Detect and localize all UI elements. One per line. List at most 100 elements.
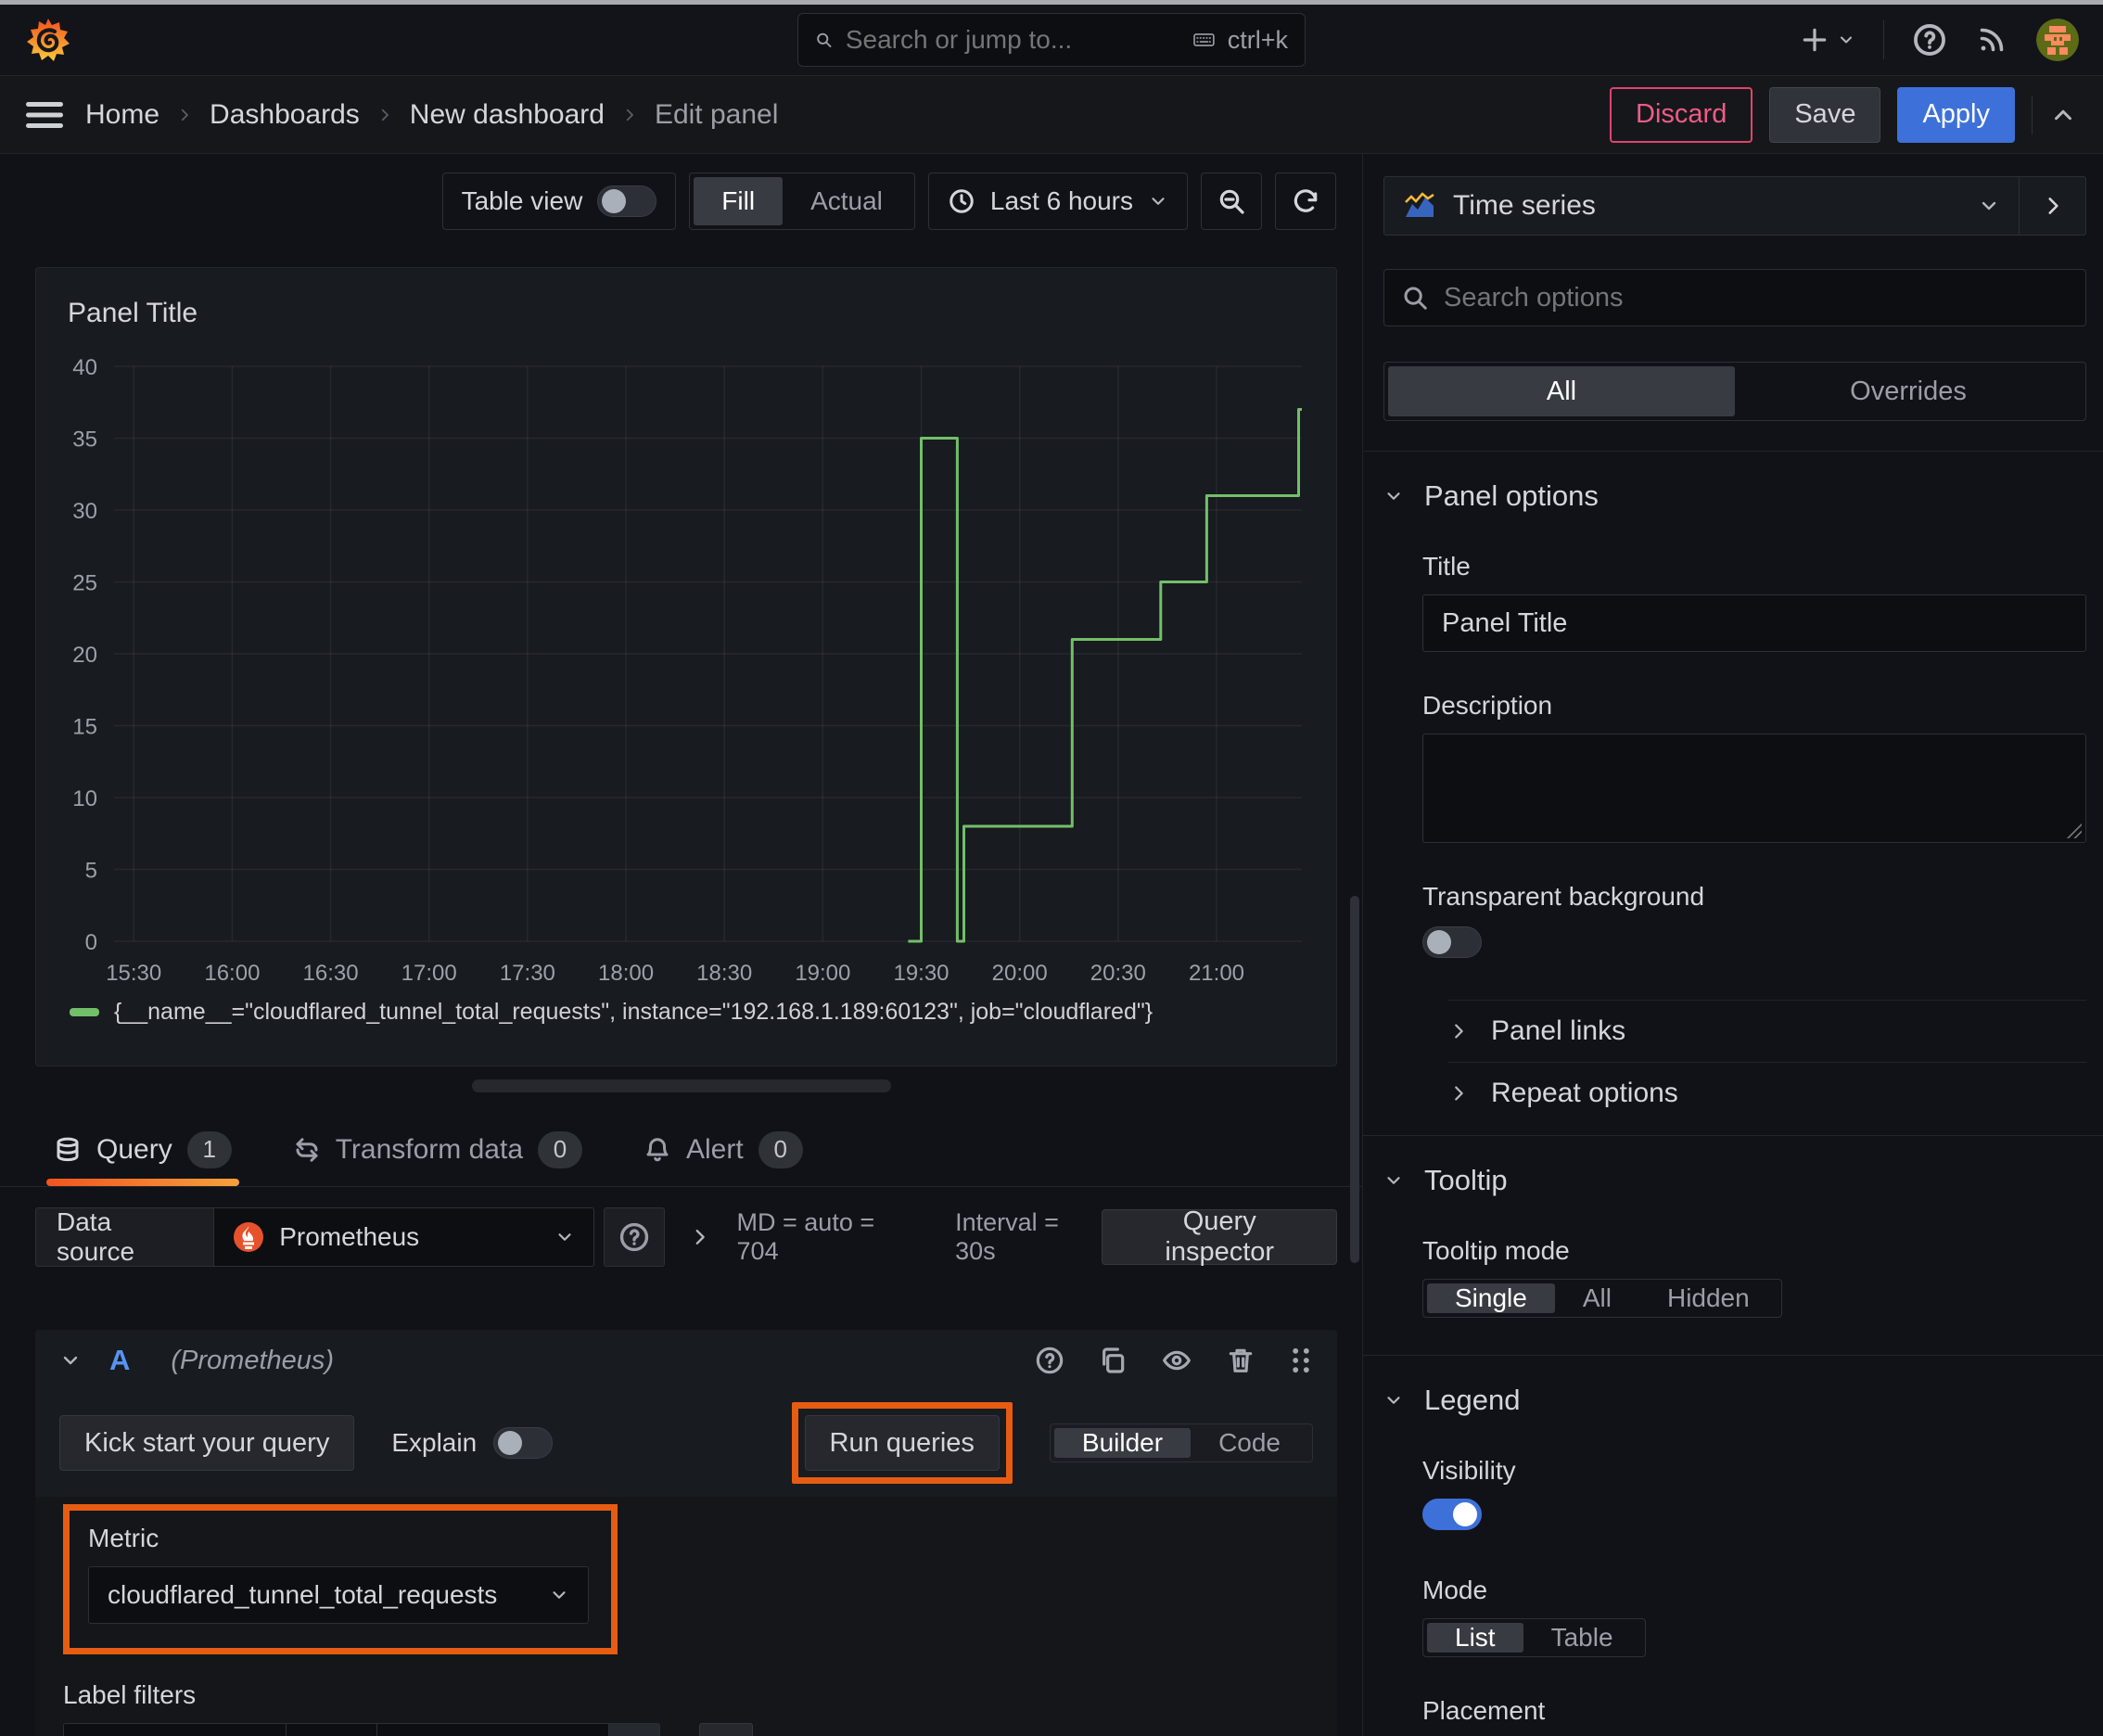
panel-preview: Panel Title 0 5 10 15 20 25 30 35 40 15:30 16:00 16…: [35, 267, 1337, 1066]
news-button[interactable]: [1975, 23, 2008, 57]
legend-mode-label: Mode: [1422, 1576, 1488, 1604]
legend-mode-list[interactable]: List: [1427, 1623, 1523, 1653]
duplicate-icon[interactable]: [1098, 1346, 1128, 1375]
operator-dropdown[interactable]: =: [286, 1723, 376, 1736]
active-tab-underline: [46, 1179, 239, 1186]
panel-title[interactable]: Panel Title: [36, 287, 1336, 340]
svg-text:20:30: 20:30: [1090, 961, 1146, 986]
tab-overrides[interactable]: Overrides: [1735, 366, 2082, 416]
options-search[interactable]: [1383, 269, 2086, 326]
time-series-chart[interactable]: 0 5 10 15 20 25 30 35 40 15:30 16:00 16:30 17:00 17:3…: [36, 340, 1333, 995]
legend-visibility-toggle[interactable]: [1422, 1499, 1482, 1530]
collapse-chevron-icon[interactable]: [59, 1349, 82, 1372]
legend-heading: Legend: [1424, 1384, 1521, 1416]
global-search[interactable]: ctrl+k: [797, 13, 1306, 67]
tooltip-single-option[interactable]: Single: [1427, 1283, 1555, 1313]
datasource-picker[interactable]: Prometheus: [213, 1207, 594, 1267]
apply-button[interactable]: Apply: [1897, 86, 2015, 143]
tab-transform-label: Transform data: [335, 1133, 523, 1165]
query-ref-id[interactable]: A: [109, 1344, 130, 1377]
new-menu-button[interactable]: [1800, 25, 1855, 55]
help-button[interactable]: [1912, 22, 1947, 57]
add-filter-button[interactable]: [699, 1723, 753, 1736]
clock-icon: [950, 189, 974, 213]
breadcrumb-bar: Home Dashboards New dashboard Edit panel…: [0, 76, 2103, 154]
eye-icon[interactable]: [1161, 1346, 1192, 1375]
panel-options-section[interactable]: Panel options: [1383, 479, 2086, 513]
bell-icon: [646, 1137, 669, 1161]
repeat-options-section[interactable]: Repeat options: [1448, 1063, 2086, 1124]
grafana-logo[interactable]: [24, 16, 72, 64]
table-view-toggle[interactable]: [597, 185, 657, 217]
alert-count-badge: 0: [758, 1130, 803, 1168]
tooltip-all-option[interactable]: All: [1555, 1283, 1639, 1313]
code-option[interactable]: Code: [1191, 1428, 1308, 1458]
remove-filter-button[interactable]: [608, 1723, 660, 1736]
panel-links-section[interactable]: Panel links: [1448, 1001, 2086, 1062]
fill-option[interactable]: Fill: [694, 177, 784, 225]
table-view-label: Table view: [461, 186, 583, 215]
tooltip-hidden-option[interactable]: Hidden: [1639, 1283, 1778, 1313]
actual-option[interactable]: Actual: [783, 177, 911, 225]
mega-menu-button[interactable]: [26, 101, 63, 129]
chevron-down-icon: [558, 1233, 571, 1241]
query-inspector-button[interactable]: Query inspector: [1102, 1206, 1338, 1267]
metric-select[interactable]: cloudflared_tunnel_total_requests: [88, 1566, 589, 1624]
expand-chevron-icon[interactable]: [689, 1226, 710, 1248]
legend-mode-table[interactable]: Table: [1523, 1623, 1641, 1653]
collapse-chevron-icon[interactable]: [2049, 101, 2077, 129]
legend-section[interactable]: Legend: [1383, 1384, 2086, 1417]
options-search-input[interactable]: [1444, 282, 2069, 313]
database-icon: [57, 1137, 79, 1161]
tab-transform[interactable]: Transform data 0: [293, 1113, 582, 1186]
chevron-down-icon: [1387, 492, 1400, 500]
trash-icon[interactable]: [1226, 1346, 1255, 1375]
drag-grip-icon[interactable]: [1289, 1346, 1313, 1375]
run-queries-button[interactable]: Run queries: [804, 1415, 1000, 1471]
tooltip-heading: Tooltip: [1424, 1164, 1508, 1196]
refresh-button[interactable]: [1275, 172, 1336, 230]
panel-title-input[interactable]: [1422, 594, 2086, 652]
description-textarea[interactable]: [1422, 734, 2086, 843]
save-button[interactable]: Save: [1769, 86, 1881, 143]
time-range-picker[interactable]: Last 6 hours: [927, 172, 1188, 230]
transparent-bg-toggle[interactable]: [1422, 926, 1482, 958]
repeat-options-heading: Repeat options: [1491, 1078, 1678, 1108]
global-search-input[interactable]: [845, 25, 1180, 55]
tab-all[interactable]: All: [1388, 366, 1735, 416]
query-row-header[interactable]: A (Prometheus): [35, 1330, 1337, 1391]
svg-text:16:30: 16:30: [303, 961, 359, 986]
viz-suggestions-button[interactable]: [2019, 177, 2085, 235]
breadcrumb-dashboards[interactable]: Dashboards: [210, 99, 360, 131]
user-avatar[interactable]: [2036, 19, 2079, 61]
explain-toggle[interactable]: [493, 1427, 554, 1459]
select-value-dropdown[interactable]: Select value: [376, 1723, 608, 1736]
kickstart-button[interactable]: Kick start your query: [59, 1415, 355, 1471]
zoom-out-icon: [1219, 189, 1244, 214]
legend-series-swatch[interactable]: [70, 1008, 99, 1016]
select-label-dropdown[interactable]: Select label: [63, 1723, 286, 1736]
tab-query[interactable]: Query 1: [46, 1113, 239, 1186]
tab-alert[interactable]: Alert 0: [644, 1113, 803, 1186]
visualization-picker[interactable]: Time series: [1384, 177, 2019, 235]
datasource-help-button[interactable]: [603, 1207, 666, 1267]
breadcrumb-new-dashboard[interactable]: New dashboard: [410, 99, 605, 131]
resize-grip-icon[interactable]: [2065, 822, 2082, 838]
bar-divider: [2032, 95, 2033, 134]
query-count-badge: 1: [186, 1130, 232, 1168]
transform-icon: [296, 1137, 318, 1162]
svg-text:18:30: 18:30: [696, 961, 752, 986]
help-icon[interactable]: [1035, 1346, 1064, 1375]
transparent-bg-label: Transparent background: [1422, 882, 1705, 911]
legend-series-label[interactable]: {__name__="cloudflared_tunnel_total_requ…: [114, 999, 1153, 1026]
table-view-control: Table view: [441, 172, 677, 230]
scrollbar-thumb[interactable]: [1350, 896, 1359, 1263]
discard-button[interactable]: Discard: [1610, 86, 1753, 143]
builder-option[interactable]: Builder: [1053, 1428, 1192, 1458]
tooltip-section[interactable]: Tooltip: [1383, 1164, 2086, 1197]
explain-label: Explain: [391, 1428, 478, 1457]
pane-resize-handle[interactable]: [471, 1079, 891, 1092]
zoom-out-button[interactable]: [1201, 172, 1262, 230]
breadcrumb-home[interactable]: Home: [85, 99, 159, 131]
visualization-name: Time series: [1453, 190, 1596, 221]
